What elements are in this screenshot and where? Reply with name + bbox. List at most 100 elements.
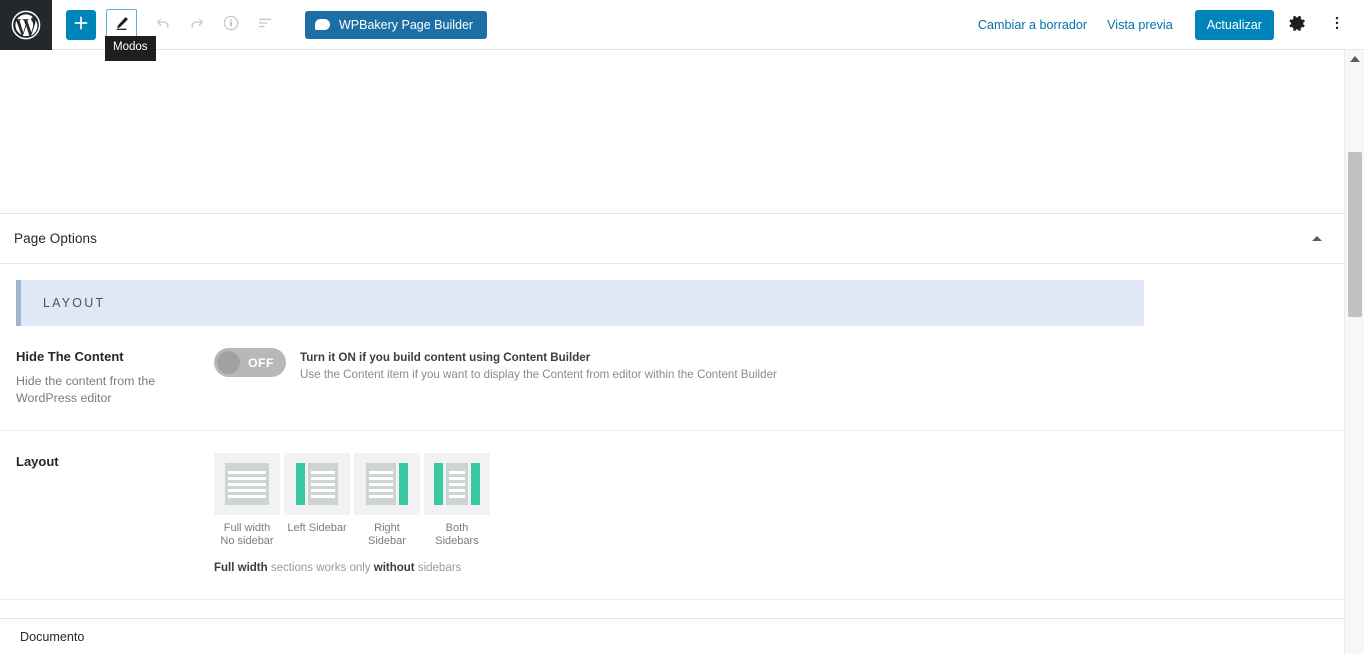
redo-button[interactable] xyxy=(181,9,213,41)
page-options-metabox-header[interactable]: Page Options xyxy=(0,214,1344,264)
kebab-menu-icon xyxy=(1328,14,1346,35)
hide-the-content-field: OFF Turn it ON if you build content usin… xyxy=(214,348,1328,408)
scroll-up-arrow-icon xyxy=(1349,56,1360,62)
scrollbar-thumb[interactable] xyxy=(1348,152,1362,317)
wordpress-logo-icon xyxy=(11,10,41,40)
layout-choice-caption: Left Sidebar xyxy=(287,522,347,535)
layout-content-line xyxy=(369,482,393,486)
wpbakery-page-builder-button[interactable]: WPBakery Page Builder xyxy=(305,10,488,39)
layout-section-banner: LAYOUT xyxy=(16,280,1144,326)
layout-note-part3: without xyxy=(373,561,415,574)
hide-the-content-description: Hide the content from the WordPress edit… xyxy=(16,373,156,406)
layout-thumbnail-both-sidebars xyxy=(424,453,490,516)
undo-arrow-icon xyxy=(154,14,172,35)
layout-thumbnail-right-sidebar xyxy=(354,453,420,516)
layout-choice-both-sidebars[interactable]: Both Sidebars xyxy=(424,453,490,548)
hide-the-content-label-group: Hide The Content Hide the content from t… xyxy=(16,348,214,408)
layout-content-line xyxy=(449,494,465,498)
layout-content-line xyxy=(228,482,266,486)
gear-icon xyxy=(1288,14,1307,36)
layout-row: Layout Full width No sidebar Left Sidebar R… xyxy=(0,431,1344,601)
layout-right-sidebar-bar xyxy=(471,463,480,506)
layout-content-line xyxy=(449,482,465,486)
layout-note-part2: sections works only xyxy=(267,561,374,574)
layout-content-line xyxy=(228,476,266,480)
layout-thumbnail-left-sidebar xyxy=(284,453,350,516)
editor-toolbar: WPBakery Page Builder Cambiar a borrador… xyxy=(0,0,1364,61)
metabox-collapse-button[interactable] xyxy=(1306,228,1328,250)
layout-content-line xyxy=(311,494,335,498)
scroll-up-button[interactable] xyxy=(1345,50,1364,68)
pencil-icon xyxy=(113,15,130,35)
settings-button[interactable] xyxy=(1280,8,1314,42)
more-options-button[interactable] xyxy=(1320,8,1354,42)
layout-picker: Full width No sidebar Left Sidebar Right Sid… xyxy=(214,453,490,577)
hide-the-content-toggle[interactable]: OFF xyxy=(214,348,286,377)
layout-note-part4: sidebars xyxy=(414,561,462,574)
content-structure-button[interactable] xyxy=(249,9,281,41)
layout-content-line xyxy=(369,476,393,480)
layout-content-line xyxy=(449,488,465,492)
layout-content-block xyxy=(225,463,269,506)
layout-content-line xyxy=(449,476,465,480)
editor-workspace: Page Options LAYOUT Hide The Content Hid… xyxy=(0,50,1364,654)
page-title: Page Options xyxy=(14,231,98,246)
layout-left-sidebar-bar xyxy=(296,463,305,506)
content-structure-icon xyxy=(256,14,274,35)
layout-note: Full width sections works only without s… xyxy=(214,560,490,577)
hide-the-content-label: Hide The Content xyxy=(16,349,124,364)
layout-content-line xyxy=(369,488,393,492)
editor-canvas: Page Options LAYOUT Hide The Content Hid… xyxy=(0,50,1344,654)
content-info-button[interactable] xyxy=(215,9,247,41)
hide-the-content-help-muted: Use the Content item if you want to disp… xyxy=(300,368,777,382)
hide-the-content-help: Turn it ON if you build content using Co… xyxy=(300,348,777,384)
layout-content-line xyxy=(311,488,335,492)
wpbakery-cloud-icon xyxy=(315,19,330,30)
document-label: Documento xyxy=(20,629,85,644)
document-status-bar[interactable]: Documento xyxy=(0,618,1344,654)
toggle-state-label: OFF xyxy=(248,355,274,370)
add-block-button[interactable] xyxy=(66,9,96,40)
layout-content-line xyxy=(369,494,393,498)
layout-choice-caption: Both Sidebars xyxy=(435,522,479,547)
layout-right-sidebar-bar xyxy=(399,463,408,506)
toggle-knob xyxy=(217,351,240,374)
wpbakery-label: WPBakery Page Builder xyxy=(339,17,474,32)
layout-thumbnail-full-width-no-sidebar xyxy=(214,453,280,516)
layout-content-block xyxy=(446,463,468,506)
wordpress-logo-button[interactable] xyxy=(0,0,52,50)
layout-choice-right-sidebar[interactable]: Right Sidebar xyxy=(354,453,420,548)
layout-left-sidebar-bar xyxy=(434,463,443,506)
layout-choice-full-width-no-sidebar[interactable]: Full width No sidebar xyxy=(214,453,280,548)
plus-icon xyxy=(73,15,89,34)
layout-content-line xyxy=(311,470,335,474)
hide-the-content-help-strong: Turn it ON if you build content using Co… xyxy=(300,351,591,364)
layout-choices: Full width No sidebar Left Sidebar Right Sid… xyxy=(214,453,490,548)
switch-to-draft-button[interactable]: Cambiar a borrador xyxy=(968,12,1097,38)
layout-banner-label: LAYOUT xyxy=(43,296,106,310)
vertical-scrollbar[interactable] xyxy=(1344,50,1364,654)
layout-choice-caption: Full width No sidebar xyxy=(220,522,274,547)
info-circle-icon xyxy=(222,14,240,35)
modes-tooltip: Modos xyxy=(105,36,156,61)
update-button[interactable]: Actualizar xyxy=(1194,9,1274,40)
layout-content-line xyxy=(311,476,335,480)
layout-content-line xyxy=(228,488,266,492)
redo-arrow-icon xyxy=(188,14,206,35)
layout-choice-left-sidebar[interactable]: Left Sidebar xyxy=(284,453,350,548)
layout-label-group: Layout xyxy=(16,453,214,577)
toolbar-right-group: Cambiar a borrador Vista previa Actualiz… xyxy=(968,0,1364,50)
hide-the-content-row: Hide The Content Hide the content from t… xyxy=(0,326,1344,432)
layout-field: Full width No sidebar Left Sidebar Right Sid… xyxy=(214,453,1328,577)
preview-button[interactable]: Vista previa xyxy=(1097,12,1183,38)
layout-content-line xyxy=(228,470,266,474)
layout-content-line xyxy=(311,482,335,486)
layout-content-line xyxy=(369,470,393,474)
layout-label: Layout xyxy=(16,454,59,470)
page-options-metabox-body: LAYOUT Hide The Content Hide the content… xyxy=(0,264,1344,654)
layout-choice-caption: Right Sidebar xyxy=(368,522,406,547)
layout-content-block xyxy=(366,463,396,506)
post-content-area[interactable] xyxy=(0,50,1344,214)
layout-content-block xyxy=(308,463,338,506)
caret-up-icon xyxy=(1312,236,1322,241)
